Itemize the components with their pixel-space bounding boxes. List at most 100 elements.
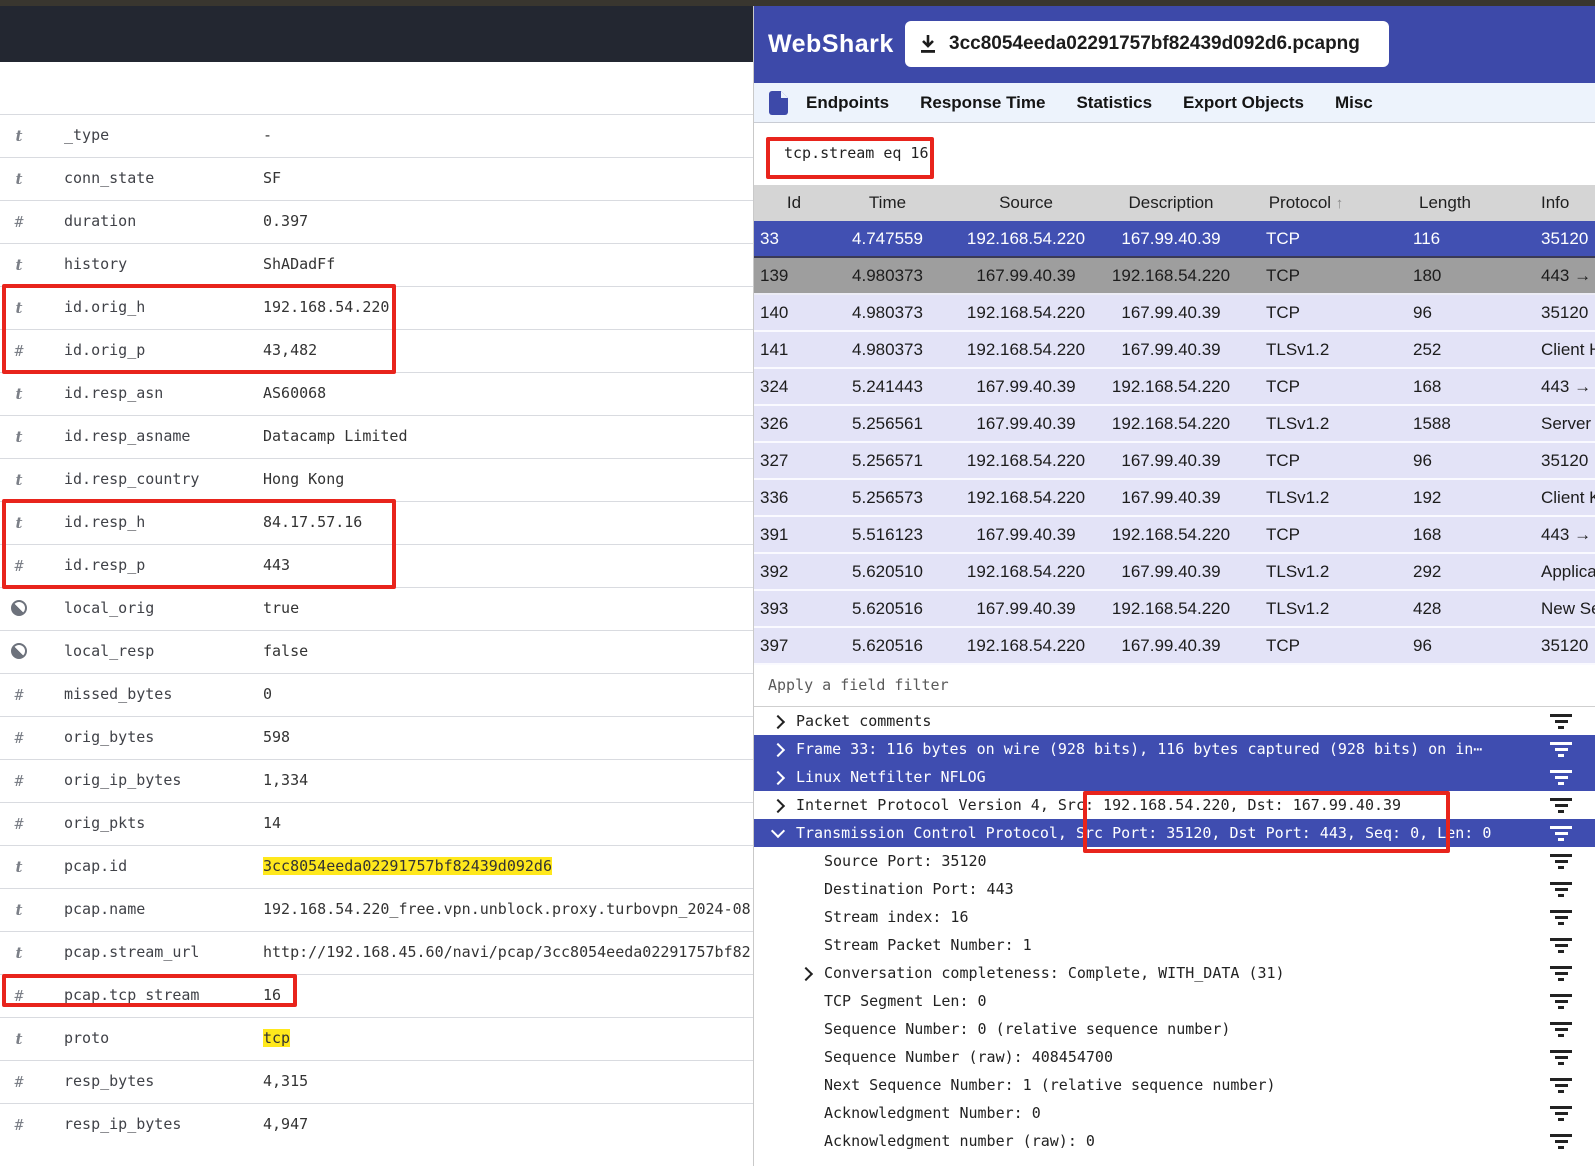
menu-item-endpoints[interactable]: Endpoints	[806, 93, 889, 113]
display-filter-input[interactable]: tcp.stream eq 16	[784, 144, 929, 162]
filter-list-icon[interactable]	[1548, 854, 1574, 869]
detail-row-12[interactable]: Sequence Number (raw): 408454700	[754, 1043, 1595, 1071]
detail-row-4[interactable]: Transmission Control Protocol, Src Port:…	[754, 819, 1595, 847]
column-header-source[interactable]: Source	[941, 193, 1111, 213]
filter-list-icon[interactable]	[1548, 910, 1574, 925]
packet-row-393[interactable]: 3935.620516167.99.40.39192.168.54.220TLS…	[754, 591, 1595, 628]
filter-list-icon[interactable]	[1548, 1022, 1574, 1037]
field-name: id.resp_asn	[64, 384, 163, 402]
cell-src: 192.168.54.220	[941, 229, 1111, 249]
field-value: 16	[263, 986, 281, 1004]
menu-item-statistics[interactable]: Statistics	[1076, 93, 1152, 113]
cell-src: 167.99.40.39	[941, 599, 1111, 619]
detail-row-14[interactable]: Acknowledgment Number: 0	[754, 1099, 1595, 1127]
detail-row-3[interactable]: Internet Protocol Version 4, Src: 192.16…	[754, 791, 1595, 819]
column-header-id[interactable]: Id	[754, 193, 834, 213]
packet-row-391[interactable]: 3915.516123167.99.40.39192.168.54.220TCP…	[754, 517, 1595, 554]
detail-row-9[interactable]: Conversation completeness: Complete, WIT…	[754, 959, 1595, 987]
field-value: -	[263, 126, 272, 144]
detail-row-2[interactable]: Linux Netfilter NFLOG	[754, 763, 1595, 791]
chevron-right-icon[interactable]	[768, 767, 788, 787]
column-header-info[interactable]: Info	[1509, 193, 1595, 213]
filter-list-icon[interactable]	[1548, 770, 1574, 785]
chevron-right-icon[interactable]	[768, 795, 788, 815]
packet-row-326[interactable]: 3265.256561167.99.40.39192.168.54.220TLS…	[754, 406, 1595, 443]
filter-list-icon[interactable]	[1548, 938, 1574, 953]
field-name: orig_pkts	[64, 814, 145, 832]
packet-row-327[interactable]: 3275.256571192.168.54.220167.99.40.39TCP…	[754, 443, 1595, 480]
filter-list-icon[interactable]	[1548, 826, 1574, 841]
column-header-length[interactable]: Length	[1381, 193, 1509, 213]
cell-info: Client H	[1509, 340, 1595, 360]
filter-list-icon[interactable]	[1548, 1078, 1574, 1093]
packet-row-397[interactable]: 3975.620516192.168.54.220167.99.40.39TCP…	[754, 628, 1595, 665]
detail-row-15[interactable]: Acknowledgment number (raw): 0	[754, 1127, 1595, 1155]
webshark-panel: WebShark 3cc8054eeda02291757bf82439d092d…	[753, 6, 1595, 1166]
menu-item-response-time[interactable]: Response Time	[920, 93, 1045, 113]
display-filter-bar: tcp.stream eq 16	[754, 123, 1595, 185]
detail-row-10[interactable]: TCP Segment Len: 0	[754, 987, 1595, 1015]
filter-list-icon[interactable]	[1548, 882, 1574, 897]
filter-list-icon[interactable]	[1548, 1134, 1574, 1149]
sort-up-icon: ↑	[1336, 195, 1344, 212]
number-type-icon: #	[10, 1073, 28, 1091]
chevron-right-icon[interactable]	[796, 963, 816, 983]
cell-id: 324	[754, 377, 834, 397]
column-header-time[interactable]: Time	[834, 193, 941, 213]
detail-row-1[interactable]: Frame 33: 116 bytes on wire (928 bits), …	[754, 735, 1595, 763]
packet-row-324[interactable]: 3245.241443167.99.40.39192.168.54.220TCP…	[754, 369, 1595, 406]
field-value: 0.397	[263, 212, 308, 230]
packet-row-33[interactable]: 334.747559192.168.54.220167.99.40.39TCP1…	[754, 221, 1595, 258]
cell-id: 33	[754, 229, 834, 249]
field-row-pcap.tcp_stream: #pcap.tcp_stream16	[0, 974, 753, 1017]
field-row-pcap.id: tpcap.id3cc8054eeda02291757bf82439d092d6	[0, 845, 753, 888]
detail-row-11[interactable]: Sequence Number: 0 (relative sequence nu…	[754, 1015, 1595, 1043]
chevron-down-icon[interactable]	[768, 823, 788, 843]
filter-list-icon[interactable]	[1548, 994, 1574, 1009]
detail-row-7[interactable]: Stream index: 16	[754, 903, 1595, 931]
field-value: 443	[263, 556, 290, 574]
field-row-orig_ip_bytes: #orig_ip_bytes1,334	[0, 759, 753, 802]
menu-item-misc[interactable]: Misc	[1335, 93, 1373, 113]
text-type-icon: t	[10, 944, 28, 962]
field-filter-input[interactable]: Apply a field filter	[768, 676, 949, 694]
detail-row-0[interactable]: Packet comments	[754, 706, 1595, 735]
chevron-placeholder	[796, 1047, 816, 1067]
chevron-right-icon[interactable]	[768, 711, 788, 731]
filter-list-icon[interactable]	[1548, 966, 1574, 981]
detail-row-5[interactable]: Source Port: 35120	[754, 847, 1595, 875]
field-row-id.resp_p: #id.resp_p443	[0, 544, 753, 587]
detail-label: Internet Protocol Version 4, Src: 192.16…	[796, 796, 1548, 814]
chevron-right-icon[interactable]	[768, 739, 788, 759]
menu-item-export-objects[interactable]: Export Objects	[1183, 93, 1304, 113]
cell-src: 192.168.54.220	[941, 562, 1111, 582]
download-capture-button[interactable]: 3cc8054eeda02291757bf82439d092d6.pcapng	[905, 21, 1389, 67]
packet-row-140[interactable]: 1404.980373192.168.54.220167.99.40.39TCP…	[754, 295, 1595, 332]
field-value: Datacamp Limited	[263, 427, 408, 445]
column-header-protocol[interactable]: Protocol ↑	[1231, 193, 1381, 213]
cell-len: 428	[1381, 599, 1509, 619]
cell-time: 4.747559	[834, 229, 941, 249]
packet-row-141[interactable]: 1414.980373192.168.54.220167.99.40.39TLS…	[754, 332, 1595, 369]
filter-list-icon[interactable]	[1548, 798, 1574, 813]
detail-row-13[interactable]: Next Sequence Number: 1 (relative sequen…	[754, 1071, 1595, 1099]
packet-row-392[interactable]: 3925.620510192.168.54.220167.99.40.39TLS…	[754, 554, 1595, 591]
cell-time: 4.980373	[834, 303, 941, 323]
filter-list-icon[interactable]	[1548, 742, 1574, 757]
filter-list-icon[interactable]	[1548, 1050, 1574, 1065]
packet-row-139[interactable]: 1394.980373167.99.40.39192.168.54.220TCP…	[754, 258, 1595, 295]
detail-row-6[interactable]: Destination Port: 443	[754, 875, 1595, 903]
field-row-resp_ip_bytes: #resp_ip_bytes4,947	[0, 1103, 753, 1146]
detail-label: TCP Segment Len: 0	[824, 992, 1548, 1010]
field-name: orig_bytes	[64, 728, 154, 746]
cell-info: 35120 →	[1509, 303, 1595, 323]
field-row-id.orig_p: #id.orig_p43,482	[0, 329, 753, 372]
column-header-description[interactable]: Description	[1111, 193, 1231, 213]
filter-list-icon[interactable]	[1548, 714, 1574, 729]
packet-row-336[interactable]: 3365.256573192.168.54.220167.99.40.39TLS…	[754, 480, 1595, 517]
filter-list-icon[interactable]	[1548, 1106, 1574, 1121]
packet-detail-tree: Packet commentsFrame 33: 116 bytes on wi…	[754, 706, 1595, 1155]
detail-row-8[interactable]: Stream Packet Number: 1	[754, 931, 1595, 959]
field-row-orig_bytes: #orig_bytes598	[0, 716, 753, 759]
field-value: 14	[263, 814, 281, 832]
